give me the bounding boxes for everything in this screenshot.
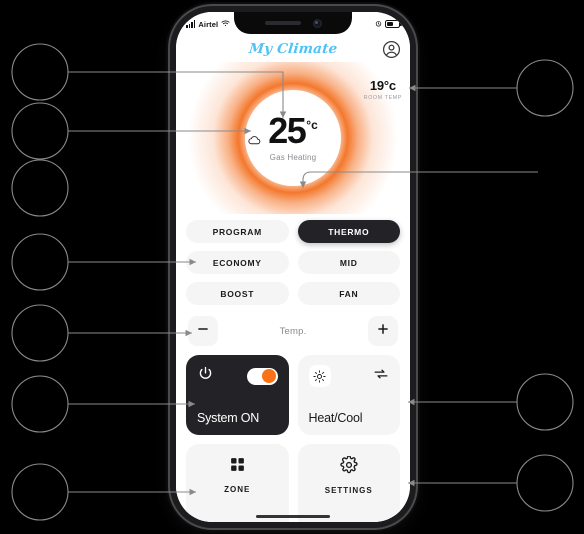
- phone-frame: My Climate 25 °c Gas Heating 19°c ROOM T…: [170, 6, 416, 528]
- heat-cool-label: Heat/Cool: [308, 411, 363, 425]
- system-power-card-top: [197, 365, 278, 387]
- battery-icon: [385, 20, 402, 28]
- grid-icon: [229, 456, 246, 478]
- temperature-stepper-label: Temp.: [279, 325, 307, 337]
- temperature-stepper: Temp.: [176, 305, 410, 355]
- bottom-navigation: ZONE SETTINGS: [176, 444, 410, 522]
- room-temperature: 19°c ROOM TEMP: [364, 78, 402, 101]
- minus-icon: [196, 322, 210, 341]
- nav-item-settings[interactable]: SETTINGS: [297, 444, 400, 522]
- account-circle-icon[interactable]: [382, 40, 401, 59]
- callout-circle-10: [516, 454, 574, 512]
- callout-circle-1: [11, 43, 69, 101]
- mode-button-fan[interactable]: FAN: [297, 282, 400, 305]
- home-indicator: [256, 514, 330, 518]
- thermostat-hero: 25 °c Gas Heating 19°c ROOM TEMP: [176, 62, 410, 214]
- power-icon: [197, 365, 214, 387]
- callout-circle-3: [11, 159, 69, 217]
- system-power-toggle[interactable]: [246, 367, 278, 385]
- control-card-row: System ON Heat/Cool: [176, 355, 410, 435]
- toggle-knob: [262, 369, 276, 383]
- callout-circle-4: [11, 233, 69, 291]
- heat-cool-card-top: [308, 365, 390, 387]
- plus-icon: [376, 322, 390, 341]
- target-temperature-value: 25: [268, 109, 307, 151]
- target-temperature-unit: °c: [306, 117, 318, 132]
- refresh-swap-icon[interactable]: [373, 366, 389, 387]
- mode-button-mid[interactable]: MID: [297, 251, 400, 274]
- temperature-dial[interactable]: 25 °c Gas Heating: [245, 90, 341, 186]
- temperature-decrease-button[interactable]: [188, 316, 218, 346]
- mode-button-grid: PROGRAM THERMO ECONOMY MID BOOST FAN: [176, 214, 410, 305]
- wifi-icon: [221, 19, 230, 29]
- sun-icon[interactable]: [308, 365, 331, 387]
- callout-circle-9: [516, 373, 574, 431]
- phone-screen-bezel: My Climate 25 °c Gas Heating 19°c ROOM T…: [176, 12, 410, 522]
- heating-mode-label: Gas Heating: [269, 153, 317, 163]
- alarm-icon: [375, 20, 382, 29]
- temperature-increase-button[interactable]: [368, 316, 398, 346]
- status-bar: Airtel: [176, 12, 410, 36]
- callout-circle-8: [516, 59, 574, 117]
- mode-button-economy[interactable]: ECONOMY: [186, 251, 289, 274]
- nav-item-settings-label: SETTINGS: [324, 486, 373, 495]
- mode-button-program[interactable]: PROGRAM: [186, 220, 289, 243]
- room-temperature-value: 19°c: [369, 78, 396, 93]
- system-power-label: System ON: [197, 411, 260, 425]
- page-title: My Climate: [247, 41, 339, 57]
- callout-circle-7: [11, 463, 69, 521]
- nav-item-zone-label: ZONE: [224, 485, 251, 494]
- callout-circle-5: [11, 304, 69, 362]
- gear-icon: [340, 455, 358, 479]
- dial-reading: 25 °c: [248, 109, 318, 151]
- status-bar-left: Airtel: [186, 20, 230, 29]
- cloud-icon: [248, 132, 261, 150]
- callout-circle-2: [11, 102, 69, 160]
- app-screen: My Climate 25 °c Gas Heating 19°c ROOM T…: [176, 12, 410, 522]
- carrier-label: Airtel: [198, 19, 219, 29]
- mode-button-boost[interactable]: BOOST: [186, 282, 289, 305]
- mode-button-thermo[interactable]: THERMO: [297, 220, 400, 243]
- room-temperature-label: ROOM TEMP: [363, 95, 402, 101]
- nav-item-zone[interactable]: ZONE: [186, 444, 289, 522]
- signal-bars-icon: [186, 20, 196, 28]
- callout-circle-6: [11, 375, 69, 433]
- system-power-card[interactable]: System ON: [186, 355, 289, 435]
- heat-cool-card[interactable]: Heat/Cool: [297, 355, 400, 435]
- status-bar-right: [375, 20, 402, 29]
